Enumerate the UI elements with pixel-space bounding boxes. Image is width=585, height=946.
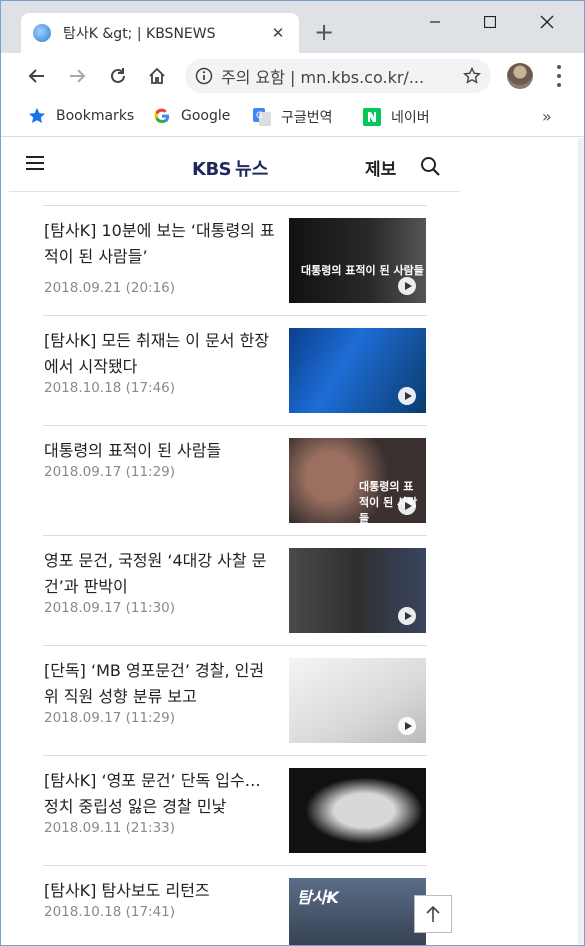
tab-title: 탐사K &gt; | KBSNEWS	[63, 26, 216, 42]
play-icon	[398, 277, 416, 295]
menu-hamburger-icon[interactable]	[26, 156, 44, 170]
news-thumbnail[interactable]: 탐사K	[289, 878, 426, 945]
news-thumbnail[interactable]	[289, 768, 426, 853]
close-icon	[540, 15, 554, 29]
tab-close-button[interactable]: ✕	[269, 24, 287, 42]
svg-text:G: G	[256, 111, 263, 121]
bookmark-label: 네이버	[391, 110, 430, 126]
news-title[interactable]: [탐사K] 탐사보도 리턴즈	[44, 878, 276, 904]
title-bar: 탐사K &gt; | KBSNEWS ✕ +	[1, 1, 584, 53]
translate-icon: G	[253, 108, 271, 126]
bookmark-google[interactable]: Google	[153, 107, 230, 125]
kbs-news-logo[interactable]: KBS 뉴스	[192, 155, 268, 181]
home-button[interactable]	[144, 63, 170, 89]
kbs-favicon-icon	[33, 24, 51, 42]
news-item[interactable]: [단독] ‘MB 영포문건’ 경찰, 인권위 직원 성향 분류 보고 2018.…	[43, 645, 427, 755]
news-title[interactable]: [탐사K] 10분에 보는 ‘대통령의 표적이 된 사람들’	[44, 218, 276, 270]
news-item[interactable]: 대통령의 표적이 된 사람들 2018.09.17 (11:29) 대통령의 표…	[43, 425, 427, 535]
logo-news-text: 뉴스	[235, 159, 269, 180]
news-item[interactable]: [탐사K] 모든 취재는 이 문서 한장에서 시작됐다 2018.10.18 (…	[43, 315, 427, 425]
arrow-left-icon	[28, 69, 44, 83]
report-link[interactable]: 제보	[365, 155, 396, 180]
news-item[interactable]: [탐사K] ‘영포 문건’ 단독 입수… 정치 중립성 잃은 경찰 민낯 201…	[43, 755, 427, 865]
naver-icon	[363, 108, 381, 126]
news-date: 2018.09.21 (20:16)	[44, 280, 176, 296]
reload-icon	[111, 68, 125, 83]
news-date: 2018.09.17 (11:30)	[44, 600, 176, 616]
close-window-button[interactable]	[524, 7, 570, 37]
bookmarks-overflow-button[interactable]: »	[542, 107, 552, 126]
news-title[interactable]: 영포 문건, 국정원 ‘4대강 사찰 문건’과 판박이	[44, 548, 276, 600]
url-text[interactable]: 주의 요함 | mn.kbs.co.kr/...	[221, 64, 463, 88]
news-title[interactable]: 대통령의 표적이 된 사람들	[44, 438, 276, 464]
play-icon	[398, 717, 416, 735]
site-header: KBS 뉴스 제보	[9, 138, 460, 192]
browser-window: 탐사K &gt; | KBSNEWS ✕ + 주의 요함 | mn.kbs.co…	[0, 0, 585, 946]
arrow-up-icon	[426, 905, 440, 922]
scroll-to-top-button[interactable]	[414, 895, 452, 933]
news-date: 2018.10.18 (17:46)	[44, 380, 176, 396]
page-scrollbar[interactable]	[578, 138, 584, 945]
news-thumbnail[interactable]: 대통령의 표적이 된 사람들	[289, 438, 426, 523]
bookmark-bookmarks[interactable]: Bookmarks	[28, 107, 134, 125]
play-icon	[398, 387, 416, 405]
info-icon[interactable]	[195, 67, 213, 85]
google-icon	[153, 107, 171, 125]
thumbnail-caption: 대통령의 표적이 된 사람들	[301, 264, 424, 277]
page-content: KBS 뉴스 제보 [탐사K] 10분에 보는 ‘대통령의 표적이 된 사람들’ …	[9, 138, 569, 945]
bookmarks-bar: Bookmarks Google G 구글번역 네이버 »	[1, 99, 584, 137]
logo-kbs-text: KBS	[192, 159, 232, 180]
news-date: 2018.09.17 (11:29)	[44, 464, 176, 480]
bookmark-translate[interactable]: G 구글번역	[253, 107, 333, 127]
back-button[interactable]	[24, 63, 50, 89]
news-thumbnail[interactable]	[289, 658, 426, 743]
news-item[interactable]: 영포 문건, 국정원 ‘4대강 사찰 문건’과 판박이 2018.09.17 (…	[43, 535, 427, 645]
star-icon	[28, 107, 46, 125]
play-icon	[398, 607, 416, 625]
arrow-right-icon	[70, 69, 86, 83]
address-bar[interactable]: 주의 요함 | mn.kbs.co.kr/...	[185, 59, 491, 93]
maximize-button[interactable]	[467, 7, 513, 37]
thumbnail-caption: 탐사K	[297, 888, 339, 907]
maximize-icon	[484, 16, 496, 28]
news-item[interactable]: [탐사K] 10분에 보는 ‘대통령의 표적이 된 사람들’ 2018.09.2…	[43, 205, 427, 315]
bookmark-star-icon[interactable]	[463, 67, 481, 85]
news-list: [탐사K] 10분에 보는 ‘대통령의 표적이 된 사람들’ 2018.09.2…	[43, 205, 427, 945]
bookmark-label: 구글번역	[281, 110, 333, 126]
reload-button[interactable]	[105, 63, 131, 89]
news-thumbnail[interactable]: 대통령의 표적이 된 사람들	[289, 218, 426, 303]
news-title[interactable]: [탐사K] 모든 취재는 이 문서 한장에서 시작됐다	[44, 328, 276, 380]
news-item[interactable]: [탐사K] 탐사보도 리턴즈 2018.10.18 (17:41) 탐사K	[43, 865, 427, 945]
minimize-button[interactable]	[412, 7, 458, 37]
news-title[interactable]: [단독] ‘MB 영포문건’ 경찰, 인권위 직원 성향 분류 보고	[44, 658, 276, 710]
news-date: 2018.09.17 (11:29)	[44, 710, 176, 726]
bookmark-label: Google	[181, 108, 231, 124]
browser-toolbar: 주의 요함 | mn.kbs.co.kr/...	[1, 53, 584, 99]
bookmark-label: Bookmarks	[56, 108, 135, 124]
search-icon[interactable]	[420, 156, 440, 176]
browser-menu-button[interactable]	[552, 65, 566, 87]
browser-tab[interactable]: 탐사K &gt; | KBSNEWS ✕	[21, 13, 299, 53]
play-icon	[398, 497, 416, 515]
home-icon	[149, 67, 165, 84]
bookmark-naver[interactable]: 네이버	[363, 107, 430, 127]
minimize-icon	[430, 21, 440, 23]
forward-button[interactable]	[64, 63, 90, 89]
news-thumbnail[interactable]	[289, 548, 426, 633]
new-tab-button[interactable]: +	[314, 19, 334, 45]
news-date: 2018.10.18 (17:41)	[44, 904, 176, 920]
news-date: 2018.09.11 (21:33)	[44, 820, 176, 836]
news-thumbnail[interactable]	[289, 328, 426, 413]
news-title[interactable]: [탐사K] ‘영포 문건’ 단독 입수… 정치 중립성 잃은 경찰 민낯	[44, 768, 276, 820]
profile-avatar[interactable]	[507, 63, 533, 89]
